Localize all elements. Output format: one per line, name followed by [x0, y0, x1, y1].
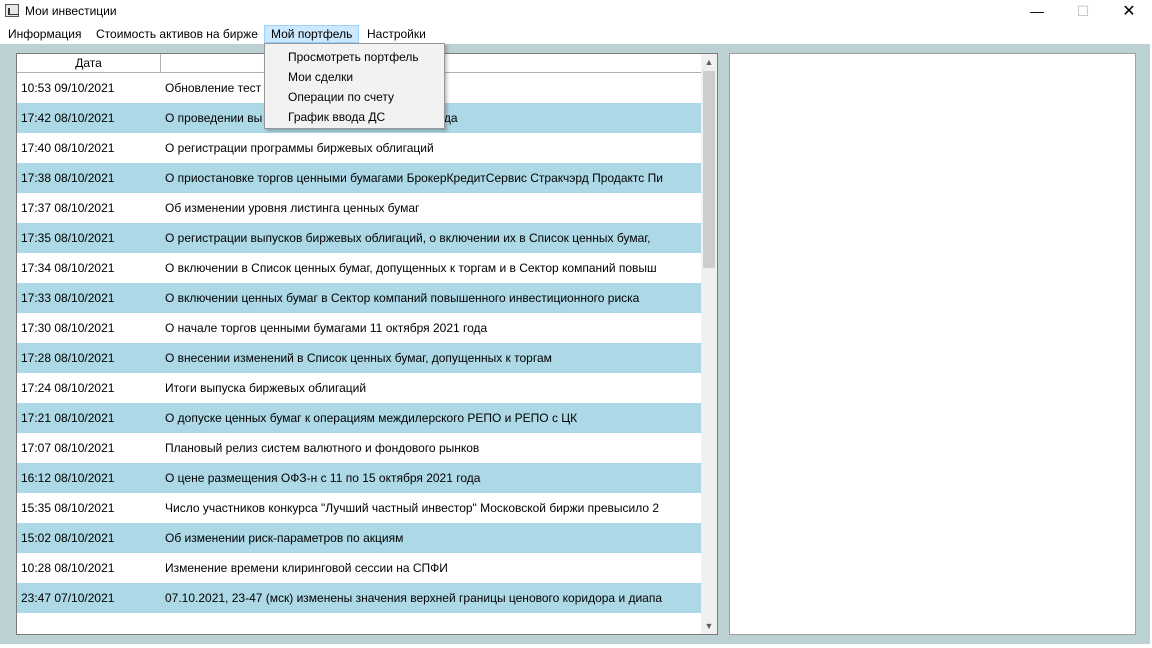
row-date: 10:53 09/10/2021	[21, 81, 115, 95]
menu-bar: Информация Стоимость активов на бирже Мо…	[0, 23, 1152, 44]
row-title: Итоги выпуска биржевых облигаций	[165, 381, 367, 395]
table-row[interactable]: 10:28 08/10/2021 Изменение времени клирин…	[17, 553, 702, 583]
minimize-button[interactable]: —	[1014, 0, 1060, 23]
row-date: 17:34 08/10/2021	[21, 261, 115, 275]
news-list[interactable]: Дата ть 10:53 09/10/2021Обновление тест …	[16, 53, 718, 635]
row-date: 17:28 08/10/2021	[21, 351, 115, 365]
table-row[interactable]: 17:37 08/10/2021 Об изменении уровня лист…	[17, 193, 702, 223]
table-row[interactable]: 17:38 08/10/2021 О приостановке торгов це…	[17, 163, 702, 193]
row-title: О начале торгов ценными бумагами 11 октя…	[165, 321, 488, 335]
row-title: О включении в Список ценных бумаг, допущ…	[165, 261, 657, 275]
row-date: 17:35 08/10/2021	[21, 231, 115, 245]
row-title: 07.10.2021, 23-47 (мск) изменены значени…	[165, 591, 663, 605]
table-row[interactable]: 17:34 08/10/2021 О включении в Список цен…	[17, 253, 702, 283]
menu-settings[interactable]: Настройки	[361, 25, 432, 43]
app-icon	[5, 4, 19, 17]
column-header-date[interactable]: Дата	[17, 54, 161, 72]
title-bar: Мои инвестиции — ☐ ✕	[0, 0, 1152, 23]
row-title: О приостановке торгов ценными бумагами Б…	[165, 171, 663, 185]
scroll-up-icon[interactable]: ▲	[701, 54, 717, 70]
scroll-thumb[interactable]	[703, 71, 715, 268]
row-title: О внесении изменений в Список ценных бум…	[165, 351, 552, 365]
list-rows: 10:53 09/10/2021 Обновление тест нка Т1 17…	[17, 73, 702, 613]
row-date: 10:28 08/10/2021	[21, 561, 115, 575]
row-title: О допуске ценных бумаг к операциям межди…	[165, 411, 578, 425]
table-row[interactable]: 17:30 08/10/2021 О начале торгов ценными …	[17, 313, 702, 343]
row-title: Об изменении риск-параметров по акциям	[165, 531, 404, 545]
menu-asset-prices[interactable]: Стоимость активов на бирже	[90, 25, 264, 43]
table-row[interactable]: 15:02 08/10/2021 Об изменении риск-параме…	[17, 523, 702, 553]
table-row[interactable]: 17:33 08/10/2021 О включении ценных бумаг…	[17, 283, 702, 313]
row-date: 17:33 08/10/2021	[21, 291, 115, 305]
menu-info[interactable]: Информация	[2, 25, 87, 43]
close-button[interactable]: ✕	[1106, 0, 1152, 23]
table-row[interactable]: 17:24 08/10/2021 Итоги выпуска биржевых о…	[17, 373, 702, 403]
row-date: 15:02 08/10/2021	[21, 531, 115, 545]
row-date: 23:47 07/10/2021	[21, 591, 115, 605]
table-row[interactable]: 17:35 08/10/2021 О регистрации выпусков б…	[17, 223, 702, 253]
row-title: Число участников конкурса "Лучший частны…	[165, 501, 660, 515]
scroll-down-icon[interactable]: ▼	[701, 618, 717, 634]
table-row[interactable]: 16:12 08/10/2021 О цене размещения ОФЗ-н …	[17, 463, 702, 493]
table-row[interactable]: 17:21 08/10/2021 О допуске ценных бумаг к…	[17, 403, 702, 433]
row-date: 17:30 08/10/2021	[21, 321, 115, 335]
row-date: 17:21 08/10/2021	[21, 411, 115, 425]
menu-item-deposit-chart[interactable]: График ввода ДС	[265, 107, 444, 127]
row-title: Изменение времени клиринговой сессии на …	[165, 561, 448, 575]
window-title: Мои инвестиции	[25, 4, 117, 18]
row-title: О включении ценных бумаг в Сектор компан…	[165, 291, 640, 305]
table-row[interactable]: 17:07 08/10/2021 Плановый релиз систем ва…	[17, 433, 702, 463]
row-date: 17:38 08/10/2021	[21, 171, 115, 185]
row-title: О цене размещения ОФЗ-н с 11 по 15 октяб…	[165, 471, 481, 485]
row-date: 17:37 08/10/2021	[21, 201, 115, 215]
row-date: 17:42 08/10/2021	[21, 111, 115, 125]
menu-item-view-portfolio[interactable]: Просмотреть портфель	[265, 47, 444, 67]
row-date: 15:35 08/10/2021	[21, 501, 115, 515]
row-date: 17:24 08/10/2021	[21, 381, 115, 395]
maximize-button[interactable]: ☐	[1060, 0, 1106, 23]
table-row[interactable]: 15:35 08/10/2021 Число участников конкурс…	[17, 493, 702, 523]
row-title: О регистрации выпусков биржевых облигаци…	[165, 231, 651, 245]
detail-panel	[729, 53, 1136, 635]
menu-item-account-operations[interactable]: Операции по счету	[265, 87, 444, 107]
row-date: 16:12 08/10/2021	[21, 471, 115, 485]
portfolio-dropdown-menu: Просмотреть портфель Мои сделки Операции…	[264, 43, 445, 129]
row-date: 17:40 08/10/2021	[21, 141, 115, 155]
row-title: О регистрации программы биржевых облигац…	[165, 141, 434, 155]
row-title: Об изменении уровня листинга ценных бума…	[165, 201, 420, 215]
table-row[interactable]: 23:47 07/10/2021 07.10.2021, 23-47 (мск) …	[17, 583, 702, 613]
table-row[interactable]: 17:28 08/10/2021 О внесении изменений в С…	[17, 343, 702, 373]
menu-my-portfolio[interactable]: Мой портфель	[264, 25, 359, 43]
vertical-scrollbar[interactable]: ▲ ▼	[701, 54, 717, 634]
menu-item-my-deals[interactable]: Мои сделки	[265, 67, 444, 87]
table-row[interactable]: 17:40 08/10/2021 О регистрации программы …	[17, 133, 702, 163]
row-date: 17:07 08/10/2021	[21, 441, 115, 455]
row-title: Плановый релиз систем валютного и фондов…	[165, 441, 480, 455]
